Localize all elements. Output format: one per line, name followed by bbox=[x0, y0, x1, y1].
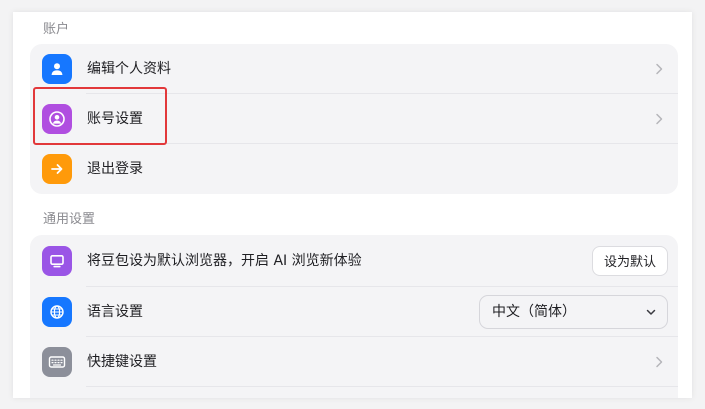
account-settings-row[interactable]: 账号设置 bbox=[30, 94, 678, 144]
default-browser-label: 将豆包设为默认浏览器，开启 AI 浏览新体验 bbox=[87, 253, 362, 269]
arrow-right-icon bbox=[42, 154, 72, 184]
section-title-general: 通用设置 bbox=[43, 212, 96, 227]
shortcuts-row[interactable]: 快捷键设置 bbox=[30, 337, 678, 387]
section-title-account: 账户 bbox=[43, 22, 70, 37]
settings-panel: 账户 编辑个人资料 账号设置 退出登录 通用设置 将豆包设为默认浏览器，开启 A… bbox=[13, 12, 692, 398]
chevron-right-icon bbox=[656, 113, 663, 125]
monitor-icon bbox=[42, 246, 72, 276]
account-group: 编辑个人资料 账号设置 退出登录 bbox=[30, 44, 678, 194]
edit-profile-label: 编辑个人资料 bbox=[87, 61, 171, 77]
account-settings-label: 账号设置 bbox=[87, 111, 143, 127]
language-row: 语言设置 中文（简体） bbox=[30, 287, 678, 337]
chevron-right-icon bbox=[656, 63, 663, 75]
language-select-value: 中文（简体） bbox=[492, 304, 576, 320]
language-select[interactable]: 中文（简体） bbox=[479, 295, 668, 329]
keyboard-icon bbox=[42, 347, 72, 377]
shortcuts-label: 快捷键设置 bbox=[87, 354, 157, 370]
logout-row[interactable]: 退出登录 bbox=[30, 144, 678, 194]
account-circle-icon bbox=[42, 104, 72, 134]
default-browser-row: 将豆包设为默认浏览器，开启 AI 浏览新体验 设为默认 bbox=[30, 235, 678, 287]
language-label: 语言设置 bbox=[87, 304, 143, 320]
logout-label: 退出登录 bbox=[87, 161, 143, 177]
chevron-down-icon bbox=[646, 309, 656, 315]
general-group: 将豆包设为默认浏览器，开启 AI 浏览新体验 设为默认 语言设置 中文（简体） bbox=[30, 235, 678, 398]
set-default-button[interactable]: 设为默认 bbox=[591, 246, 668, 276]
edit-profile-row[interactable]: 编辑个人资料 bbox=[30, 44, 678, 94]
chevron-right-icon bbox=[656, 356, 663, 368]
globe-icon bbox=[42, 297, 72, 327]
person-icon bbox=[42, 54, 72, 84]
